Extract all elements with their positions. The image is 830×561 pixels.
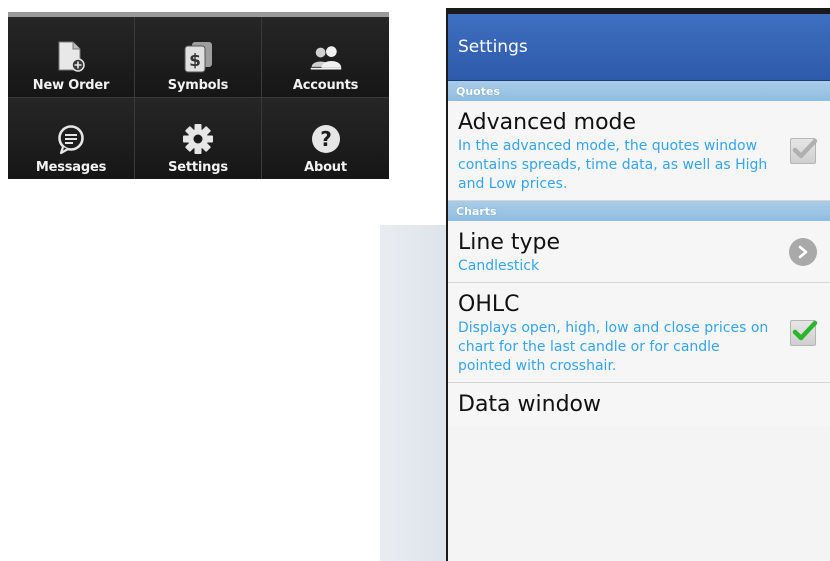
menu-label: New Order — [32, 78, 110, 93]
pref-title: OHLC — [458, 292, 520, 317]
menu-item-messages[interactable]: Messages — [8, 98, 135, 179]
menu-label: Accounts — [292, 78, 359, 93]
section-header-quotes: Quotes — [448, 81, 830, 101]
pref-ohlc[interactable]: OHLC Displays open, high, low and close … — [448, 283, 830, 383]
pref-data-window[interactable]: Data window — [448, 383, 830, 425]
settings-icon — [181, 122, 215, 156]
section-header-label: Quotes — [456, 84, 501, 98]
line-type-arrow-button[interactable] — [788, 237, 818, 267]
about-icon: ? — [309, 122, 343, 156]
background-panel — [380, 225, 450, 561]
ohlc-checkbox[interactable] — [788, 318, 818, 348]
symbols-icon: $ — [181, 40, 215, 74]
svg-text:?: ? — [320, 127, 332, 151]
page-title: Settings — [458, 37, 528, 57]
pref-title: Advanced mode — [458, 110, 637, 135]
new-order-icon — [54, 40, 88, 74]
menu-item-about[interactable]: ? About — [262, 98, 389, 179]
pref-title: Line type — [458, 230, 560, 255]
main-menu: New Order $ Symbols Accounts Messages Se… — [8, 12, 389, 179]
menu-label: Messages — [35, 160, 107, 175]
menu-item-symbols[interactable]: $ Symbols — [135, 17, 262, 98]
menu-label: About — [304, 160, 347, 175]
checkmark-icon — [792, 320, 818, 340]
checkbox-box — [790, 137, 818, 164]
section-header-charts: Charts — [448, 201, 830, 221]
checkbox-box — [790, 319, 818, 346]
pref-summary: Displays open, high, low and close price… — [458, 320, 769, 374]
pref-line-type[interactable]: Line type Candlestick — [448, 221, 830, 283]
pref-title: Data window — [458, 392, 601, 417]
menu-item-settings[interactable]: Settings — [135, 98, 262, 179]
title-bar: Settings — [448, 14, 830, 81]
menu-label: Settings — [168, 160, 228, 175]
settings-screen: Settings Quotes Advanced mode In the adv… — [446, 8, 830, 561]
advanced-mode-checkbox[interactable] — [788, 136, 818, 166]
chevron-right-icon — [789, 237, 817, 266]
accounts-icon — [309, 40, 343, 74]
pref-summary: Candlestick — [458, 258, 540, 274]
svg-text:$: $ — [189, 51, 201, 71]
messages-icon — [54, 122, 88, 156]
menu-item-accounts[interactable]: Accounts — [262, 17, 389, 98]
pref-summary: In the advanced mode, the quotes window … — [458, 138, 768, 192]
menu-item-new-order[interactable]: New Order — [8, 17, 135, 98]
section-header-label: Charts — [456, 204, 497, 218]
pref-advanced-mode[interactable]: Advanced mode In the advanced mode, the … — [448, 101, 830, 201]
menu-label: Symbols — [167, 78, 229, 93]
checkmark-icon — [792, 138, 818, 158]
